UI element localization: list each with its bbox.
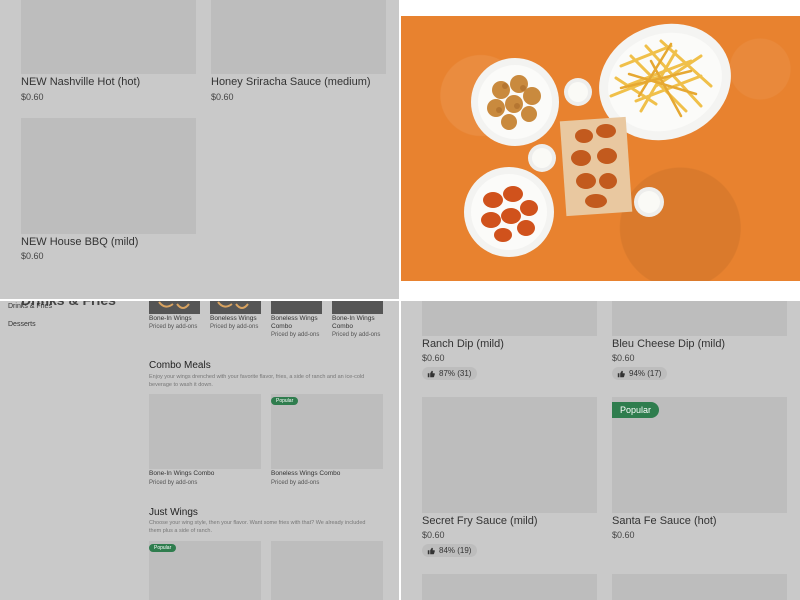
item-name[interactable]: Boneless Wings Combo	[271, 470, 340, 478]
item-thumbnail[interactable]	[210, 300, 261, 314]
item-price: Priced by add-ons	[149, 324, 198, 330]
item-thumbnail[interactable]	[149, 300, 200, 314]
item-name[interactable]: NEW House BBQ (mild)	[21, 236, 138, 248]
item-price: Priced by add-ons	[271, 480, 320, 486]
item-name[interactable]: Honey Sriracha Sauce (medium)	[211, 76, 371, 88]
item-name[interactable]: Bone-In Wings Combo	[332, 315, 387, 331]
hero-food-image-panel	[400, 0, 800, 300]
item-price: $0.60	[422, 353, 445, 363]
item-thumbnail[interactable]	[271, 300, 322, 314]
thumbs-up-icon	[617, 370, 625, 377]
popular-badge: Popular	[271, 397, 299, 405]
bone-in-wings-thumbnail-icon	[158, 301, 190, 309]
item-image-placeholder[interactable]	[422, 397, 597, 513]
rating-pill: 87% (31)	[422, 367, 478, 380]
item-price: $0.60	[21, 92, 44, 102]
item-image-placeholder[interactable]	[612, 300, 787, 336]
thumbs-up-icon	[427, 370, 435, 377]
item-name[interactable]: Boneless Wings	[210, 315, 265, 323]
rating-text: 87% (31)	[439, 369, 472, 378]
menu-grid-top-left: NEW Nashville Hot (hot) $0.60 Honey Srir…	[0, 0, 400, 300]
section-description: Choose your wing style, then your flavor…	[149, 520, 366, 534]
sidebar-item-desserts[interactable]: Desserts	[8, 321, 36, 328]
boneless-wings-thumbnail-icon	[217, 301, 249, 309]
item-price: $0.60	[21, 251, 44, 261]
item-price: Priced by add-ons	[210, 324, 259, 330]
item-price: $0.60	[612, 353, 635, 363]
item-name[interactable]: Bleu Cheese Dip (mild)	[612, 338, 725, 350]
item-image-placeholder[interactable]	[271, 394, 383, 469]
item-name[interactable]: NEW Nashville Hot (hot)	[21, 76, 140, 88]
rating-text: 84% (19)	[439, 546, 472, 555]
item-image-placeholder[interactable]	[211, 0, 386, 74]
item-price: Priced by add-ons	[271, 332, 320, 338]
menu-sections-bottom-left: Drinks & Fries Drinks & Fries Desserts B…	[0, 300, 400, 600]
thumbs-up-icon	[427, 547, 435, 554]
panel-divider-horizontal	[0, 299, 800, 301]
item-image-placeholder[interactable]	[612, 574, 787, 600]
item-name[interactable]: Secret Fry Sauce (mild)	[422, 515, 538, 527]
item-price: Priced by add-ons	[332, 332, 381, 338]
item-price: $0.60	[612, 530, 635, 540]
item-name[interactable]: Bone-In Wings Combo	[149, 470, 214, 478]
item-price: $0.60	[211, 92, 234, 102]
sidebar-item-drinks-fries[interactable]: Drinks & Fries	[8, 303, 52, 310]
item-image-placeholder[interactable]	[149, 394, 261, 469]
menu-grid-bottom-right: Ranch Dip (mild) $0.60 87% (31) Bleu Che…	[400, 300, 800, 600]
section-description: Enjoy your wings drenched with your favo…	[149, 374, 365, 388]
wings-and-fries-illustration	[464, 23, 731, 257]
rating-pill: 94% (17)	[612, 367, 668, 380]
rating-pill: 84% (19)	[422, 544, 478, 557]
popular-badge: Popular	[149, 544, 177, 552]
item-image-placeholder[interactable]	[21, 118, 196, 234]
item-price: Priced by add-ons	[149, 480, 198, 486]
item-price: $0.60	[422, 530, 445, 540]
item-image-placeholder[interactable]	[21, 0, 196, 74]
item-image-placeholder[interactable]	[271, 541, 383, 600]
rating-text: 94% (17)	[629, 369, 662, 378]
food-photo	[401, 16, 800, 281]
item-name[interactable]: Boneless Wings Combo	[271, 315, 326, 331]
item-thumbnail[interactable]	[332, 300, 383, 314]
item-name[interactable]: Santa Fe Sauce (hot)	[612, 515, 717, 527]
item-image-placeholder[interactable]	[422, 300, 597, 336]
item-name[interactable]: Bone-In Wings	[149, 315, 204, 323]
section-title-just-wings: Just Wings	[149, 507, 198, 518]
item-image-placeholder[interactable]	[422, 574, 597, 600]
item-name[interactable]: Ranch Dip (mild)	[422, 338, 504, 350]
popular-badge: Popular	[612, 402, 660, 418]
section-title-combo-meals: Combo Meals	[149, 360, 211, 371]
